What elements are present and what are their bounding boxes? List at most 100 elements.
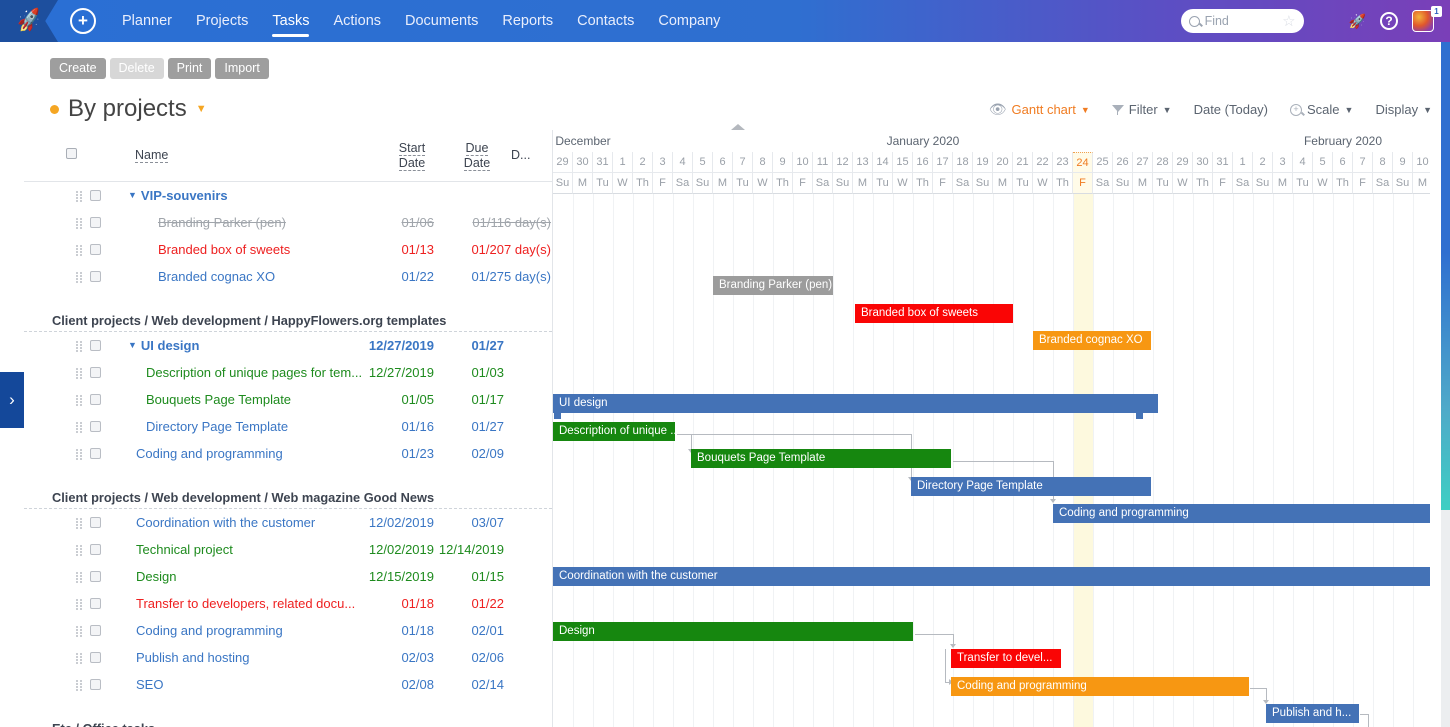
drag-handle-icon[interactable] <box>76 368 83 379</box>
row-checkbox[interactable] <box>90 340 101 351</box>
timeline-day-cell[interactable]: 9 <box>773 152 793 173</box>
gantt-bar[interactable]: Coordination with the customer <box>553 567 1430 586</box>
table-row[interactable]: SEO 02/08 02/14 <box>24 671 552 698</box>
task-name[interactable]: Transfer to developers, related docu... <box>136 596 355 611</box>
timeline-day-cell[interactable]: 29 <box>1173 152 1193 173</box>
search-input[interactable]: Find <box>1205 14 1278 28</box>
task-name[interactable]: Directory Page Template <box>146 419 288 434</box>
timeline-day-cell[interactable]: 6 <box>713 152 733 173</box>
timeline-day-cell[interactable]: 27 <box>1133 152 1153 173</box>
row-checkbox[interactable] <box>90 517 101 528</box>
timeline-day-cell[interactable]: 16 <box>913 152 933 173</box>
table-row[interactable]: Branded box of sweets 01/13 01/20 7 day(s) <box>24 236 552 263</box>
timeline-day-cell[interactable]: 18 <box>953 152 973 173</box>
table-row[interactable]: Bouquets Page Template 01/05 01/17 <box>24 386 552 413</box>
timeline-day-cell[interactable]: 15 <box>893 152 913 173</box>
table-row[interactable]: ▼ UI design 12/27/2019 01/27 <box>24 332 552 359</box>
app-logo-cap[interactable]: 🚀 <box>0 0 58 42</box>
print-button[interactable]: Print <box>167 58 212 79</box>
import-button[interactable]: Import <box>215 58 269 79</box>
task-name[interactable]: Publish and hosting <box>136 650 249 665</box>
gantt-bar[interactable]: Transfer to devel... <box>951 649 1061 668</box>
task-name[interactable]: Design <box>136 569 176 584</box>
chevron-down-icon[interactable]: ▼ <box>196 103 207 115</box>
nav-item-tasks[interactable]: Tasks <box>260 0 321 42</box>
drag-handle-icon[interactable] <box>76 395 83 406</box>
timeline-day-cell[interactable]: 2 <box>633 152 653 173</box>
task-name[interactable]: SEO <box>136 677 163 692</box>
timeline-day-cell[interactable]: 30 <box>573 152 593 173</box>
timeline-day-cell[interactable]: 28 <box>1153 152 1173 173</box>
table-row[interactable]: Publish and hosting 02/03 02/06 <box>24 644 552 671</box>
timeline-day-cell[interactable]: 26 <box>1113 152 1133 173</box>
table-row[interactable]: Description of unique pages for tem... 12… <box>24 359 552 386</box>
table-row[interactable]: Design 12/15/2019 01/15 <box>24 563 552 590</box>
row-checkbox[interactable] <box>90 244 101 255</box>
row-checkbox[interactable] <box>90 571 101 582</box>
nav-item-documents[interactable]: Documents <box>393 0 490 42</box>
timeline-day-cell[interactable]: 1 <box>613 152 633 173</box>
drag-handle-icon[interactable] <box>76 545 83 556</box>
delete-button[interactable]: Delete <box>109 58 164 79</box>
row-checkbox[interactable] <box>90 544 101 555</box>
timeline-day-cell[interactable]: 17 <box>933 152 953 173</box>
date-button[interactable]: Date (Today) <box>1194 102 1268 117</box>
drag-handle-icon[interactable] <box>76 599 83 610</box>
timeline-day-cell[interactable]: 12 <box>833 152 853 173</box>
drag-handle-icon[interactable] <box>76 518 83 529</box>
task-name[interactable]: Branded box of sweets <box>158 242 290 257</box>
timeline-day-cell[interactable]: 10 <box>1413 152 1430 173</box>
row-checkbox[interactable] <box>90 625 101 636</box>
timeline-day-cell[interactable]: 8 <box>1373 152 1393 173</box>
drag-handle-icon[interactable] <box>76 272 83 283</box>
avatar[interactable]: 1 <box>1412 6 1442 32</box>
timeline-day-cell[interactable]: 1 <box>1233 152 1253 173</box>
task-name[interactable]: ▼ VIP-souvenirs <box>128 188 228 203</box>
column-header-due-date[interactable]: Due Date <box>456 141 498 171</box>
gantt-chart-selector[interactable]: 👁 Gantt chart ▼ <box>989 101 1090 118</box>
drag-handle-icon[interactable] <box>76 191 83 202</box>
create-button[interactable]: Create <box>50 58 106 79</box>
scale-button[interactable]: + Scale ▼ <box>1290 102 1353 117</box>
drag-handle-icon[interactable] <box>76 341 83 352</box>
task-name[interactable]: Coordination with the customer <box>136 515 315 530</box>
nav-item-actions[interactable]: Actions <box>321 0 393 42</box>
sidebar-expand-icon[interactable]: › <box>0 372 24 428</box>
collapse-triangle-icon[interactable]: ▼ <box>128 190 137 200</box>
nav-item-reports[interactable]: Reports <box>490 0 565 42</box>
gantt-bar[interactable]: UI design <box>553 394 1158 413</box>
timeline-day-cell[interactable]: 25 <box>1093 152 1113 173</box>
task-name[interactable]: Branding Parker (pen) <box>158 215 286 230</box>
table-row[interactable]: Directory Page Template 01/16 01/27 <box>24 413 552 440</box>
gantt-bar[interactable]: Design <box>553 622 913 641</box>
gantt-bar[interactable]: Directory Page Template <box>911 477 1151 496</box>
row-checkbox[interactable] <box>90 652 101 663</box>
table-row[interactable]: Branded cognac XO 01/22 01/27 5 day(s) <box>24 263 552 290</box>
vertical-scrollbar[interactable] <box>1441 42 1450 727</box>
column-header-name[interactable]: Name <box>135 148 169 163</box>
timeline-day-cell[interactable]: 6 <box>1333 152 1353 173</box>
drag-handle-icon[interactable] <box>76 680 83 691</box>
timeline-day-cell[interactable]: 30 <box>1193 152 1213 173</box>
drag-handle-icon[interactable] <box>76 422 83 433</box>
gantt-bar[interactable]: Branding Parker (pen) <box>713 276 833 295</box>
gantt-bar[interactable]: Coding and programming <box>1053 504 1430 523</box>
timeline-day-cell[interactable]: 19 <box>973 152 993 173</box>
gantt-bar[interactable]: Bouquets Page Template <box>691 449 951 468</box>
table-row[interactable]: Branding Parker (pen) 01/06 01/11 6 day(s) <box>24 209 552 236</box>
table-row[interactable]: Coding and programming 01/23 02/09 <box>24 440 552 467</box>
timeline-day-cell[interactable]: 21 <box>1013 152 1033 173</box>
timeline-day-cell[interactable]: 29 <box>553 152 573 173</box>
menu-icon[interactable] <box>1318 17 1335 25</box>
drag-handle-icon[interactable] <box>76 572 83 583</box>
gantt-bar[interactable]: Publish and h... <box>1266 704 1359 723</box>
row-checkbox[interactable] <box>90 394 101 405</box>
timeline-day-cell[interactable]: 7 <box>1353 152 1373 173</box>
row-checkbox[interactable] <box>90 190 101 201</box>
task-name[interactable]: Technical project <box>136 542 233 557</box>
table-row[interactable]: Coordination with the customer 12/02/2019… <box>24 509 552 536</box>
timeline-day-cell[interactable]: 3 <box>1273 152 1293 173</box>
search-box[interactable]: Find ☆ <box>1180 9 1304 33</box>
drag-handle-icon[interactable] <box>76 626 83 637</box>
gantt-bar[interactable]: Branded box of sweets <box>855 304 1013 323</box>
